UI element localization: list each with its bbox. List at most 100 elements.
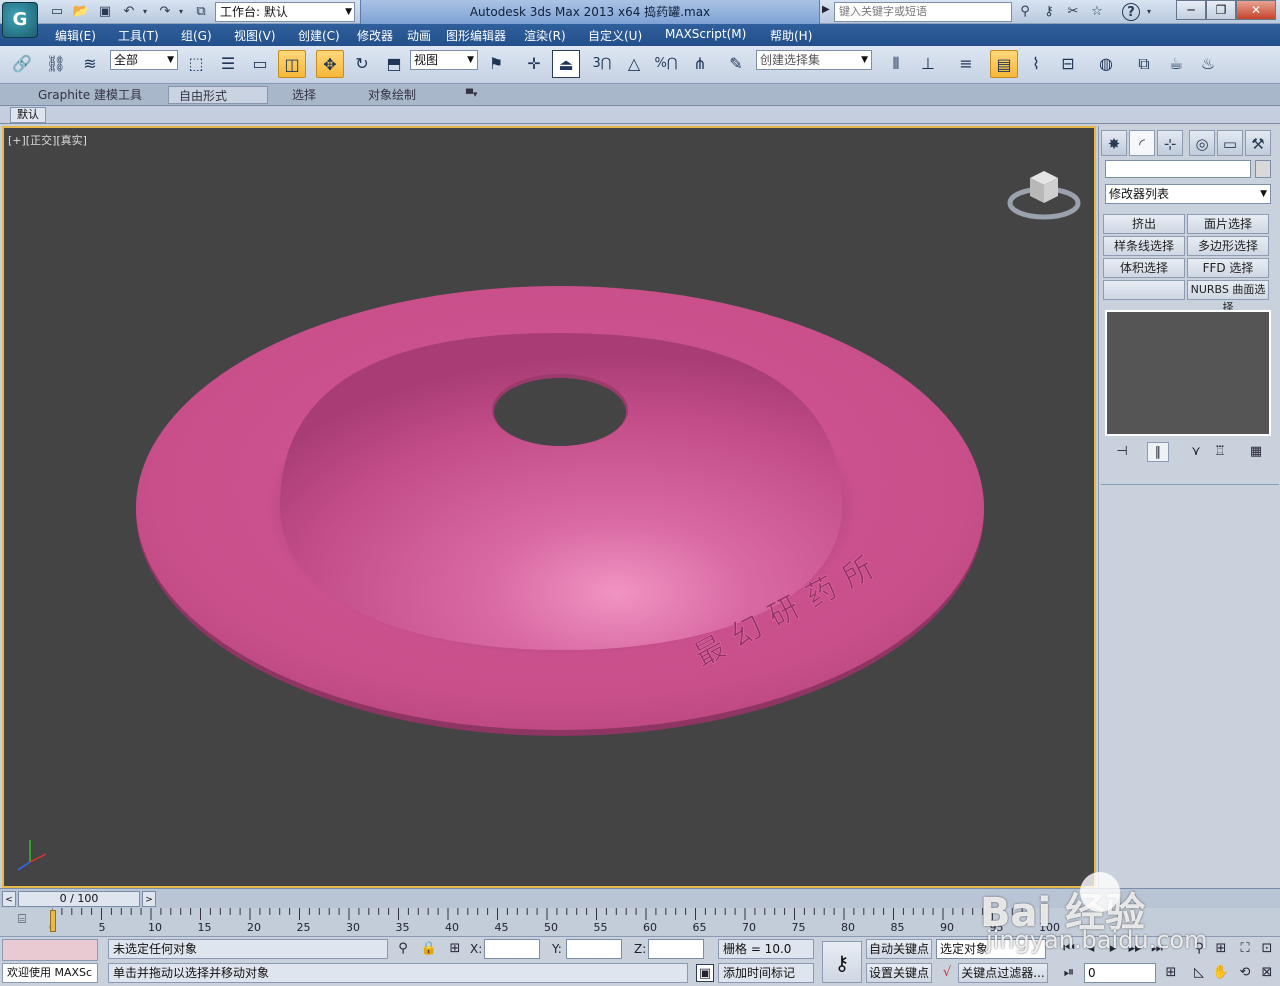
y-coord-field[interactable] <box>566 939 622 959</box>
z-coord-field[interactable] <box>648 939 704 959</box>
go-to-end-icon[interactable]: ⏭ <box>1148 940 1166 958</box>
restore-button[interactable]: ❐ <box>1206 0 1236 20</box>
tab-graphite[interactable]: Graphite 建模工具 <box>28 86 152 104</box>
mirror-icon[interactable]: ⫴ <box>882 50 910 78</box>
bind-spacewarp-icon[interactable]: ≋ <box>76 50 104 78</box>
project-folder-icon[interactable]: ⧉ <box>192 3 210 21</box>
selection-filter-dropdown[interactable]: 全部 ▼ <box>110 50 178 70</box>
next-frame-icon[interactable]: > <box>142 891 156 907</box>
layer-manager-icon[interactable]: ≡ <box>952 50 980 78</box>
spline-select-button[interactable]: 样条线选择 <box>1103 236 1185 256</box>
tab-object-paint[interactable]: 对象绘制 <box>358 86 426 104</box>
select-by-name-icon[interactable]: ☰ <box>214 50 242 78</box>
viewport-label[interactable]: [+][正交][真实] <box>8 132 87 148</box>
lock-selection-icon[interactable]: 🔒 <box>420 940 438 958</box>
pan-icon[interactable]: ✋ <box>1212 964 1230 982</box>
search-input[interactable]: 键入关键字或短语 <box>834 2 1012 22</box>
absolute-mode-icon[interactable]: ⊞ <box>446 940 464 958</box>
curve-editor-icon[interactable]: ⌇ <box>1022 50 1050 78</box>
chevron-right-icon[interactable]: ▶ <box>822 4 830 15</box>
ffd-select-button[interactable]: FFD 选择 <box>1187 258 1269 278</box>
key-tangent-icon[interactable]: √ <box>938 964 956 982</box>
display-tab-icon[interactable]: ▭ <box>1217 130 1243 156</box>
pivot-center-icon[interactable]: ⚑ <box>482 50 510 78</box>
menu-views[interactable]: 视图(V) <box>234 27 276 44</box>
key-filters-button[interactable]: 关键点过滤器... <box>958 963 1048 983</box>
current-frame-field[interactable]: 0 <box>1084 963 1156 983</box>
zoom-all-icon[interactable]: ⊞ <box>1212 940 1230 958</box>
menu-rendering[interactable]: 渲染(R) <box>524 27 566 44</box>
maximize-viewport-icon[interactable]: ⊠ <box>1258 964 1276 982</box>
menu-tools[interactable]: 工具(T) <box>118 27 159 44</box>
keyboard-shortcut-icon[interactable]: ⏏ <box>552 50 580 78</box>
select-object-icon[interactable]: ⬚ <box>182 50 210 78</box>
menu-animation[interactable]: 动画 <box>407 27 431 44</box>
auto-key-button[interactable]: 自动关键点 <box>866 939 932 959</box>
prev-key-icon[interactable]: ◂ <box>1082 940 1100 958</box>
align-icon[interactable]: ⊥ <box>914 50 942 78</box>
select-and-move-icon[interactable]: ✥ <box>316 50 344 78</box>
hierarchy-tab-icon[interactable]: ⊹ <box>1157 130 1183 156</box>
link-icon[interactable]: 🔗 <box>8 50 36 78</box>
empty-modifier-button[interactable] <box>1103 280 1185 300</box>
key-mode-dropdown[interactable]: 选定对象 <box>936 939 1046 959</box>
configure-sets-icon[interactable]: ▦ <box>1245 442 1267 462</box>
close-button[interactable]: ✕ <box>1236 0 1276 20</box>
mini-curve-editor-icon[interactable]: ⌸ <box>10 912 34 932</box>
viewcube[interactable] <box>1004 158 1084 228</box>
show-end-result-icon[interactable]: ∥ <box>1147 442 1169 462</box>
menu-help[interactable]: 帮助(H) <box>770 27 812 44</box>
select-and-scale-icon[interactable]: ⬒ <box>380 50 408 78</box>
redo-icon[interactable]: ↷ <box>156 3 174 21</box>
set-key-button[interactable]: 设置关键点 <box>866 963 932 983</box>
menu-customize[interactable]: 自定义(U) <box>588 27 642 44</box>
motion-tab-icon[interactable]: ◎ <box>1189 130 1215 156</box>
go-to-start-icon[interactable]: ⏮ <box>1060 940 1078 958</box>
tools-icon[interactable]: ✂ <box>1064 3 1082 21</box>
rect-selection-icon[interactable]: ▭ <box>246 50 274 78</box>
object-name-field[interactable] <box>1105 160 1251 178</box>
pin-stack-icon[interactable]: ⊣ <box>1111 442 1133 462</box>
modify-tab-icon[interactable]: ◜ <box>1129 130 1155 156</box>
new-file-icon[interactable]: ▭ <box>48 3 66 21</box>
star-icon[interactable]: ☆ <box>1088 3 1106 21</box>
key-icon[interactable]: ⚷ <box>1040 3 1058 21</box>
perspective-viewport[interactable]: 最幻研药所 [+][正交][真实] <box>2 126 1096 888</box>
window-crossing-icon[interactable]: ◫ <box>278 50 306 78</box>
maxscript-listener-pink[interactable] <box>2 939 98 961</box>
time-config-icon[interactable]: ⊞ <box>1162 964 1180 982</box>
menu-edit[interactable]: 编辑(E) <box>55 27 96 44</box>
next-key-icon[interactable]: ▸▸ <box>1126 940 1144 958</box>
select-and-rotate-icon[interactable]: ↻ <box>348 50 376 78</box>
patch-select-button[interactable]: 面片选择 <box>1187 214 1269 234</box>
help-icon[interactable]: ? <box>1122 3 1140 21</box>
menu-graph-editors[interactable]: 图形编辑器 <box>446 27 506 44</box>
undo-icon[interactable]: ↶ <box>120 3 138 21</box>
track-bar[interactable]: ⌸ 05101520253035404550556065707580859095… <box>0 908 1280 936</box>
poly-select-button[interactable]: 多边形选择 <box>1187 236 1269 256</box>
ribbon-options-icon[interactable]: ▀▾ <box>456 86 487 104</box>
named-selection-dropdown[interactable]: 创建选择集 ▼ <box>756 50 872 70</box>
vol-select-button[interactable]: 体积选择 <box>1103 258 1185 278</box>
menu-modifiers[interactable]: 修改器 <box>357 27 393 44</box>
utilities-tab-icon[interactable]: ⚒ <box>1245 130 1271 156</box>
make-unique-icon[interactable]: ⋎ <box>1185 442 1207 462</box>
app-menu-button[interactable]: G <box>2 2 38 38</box>
field-of-view-icon[interactable]: ◺ <box>1190 964 1208 982</box>
set-key-icon[interactable]: ⚷ <box>822 941 862 983</box>
x-coord-field[interactable] <box>484 939 540 959</box>
unlink-icon[interactable]: ⛓ <box>42 50 70 78</box>
undo-dropdown-icon[interactable]: ▾ <box>140 3 150 21</box>
ribbon-panel-label[interactable]: 默认 <box>10 107 46 123</box>
redo-dropdown-icon[interactable]: ▾ <box>176 3 186 21</box>
edit-named-selection-icon[interactable]: ✎ <box>722 50 750 78</box>
save-icon[interactable]: ▣ <box>96 3 114 21</box>
remove-modifier-icon[interactable]: ♖ <box>1209 442 1231 462</box>
isolate-icon[interactable]: ⚲ <box>394 940 412 958</box>
modifier-list-dropdown[interactable]: 修改器列表 ▼ <box>1105 184 1271 204</box>
reference-coord-dropdown[interactable]: 视图 ▼ <box>410 50 478 70</box>
menu-create[interactable]: 创建(C) <box>298 27 340 44</box>
tab-selection[interactable]: 选择 <box>282 86 326 104</box>
add-time-tag[interactable]: 添加时间标记 <box>718 963 814 983</box>
orbit-icon[interactable]: ⟲ <box>1236 964 1254 982</box>
